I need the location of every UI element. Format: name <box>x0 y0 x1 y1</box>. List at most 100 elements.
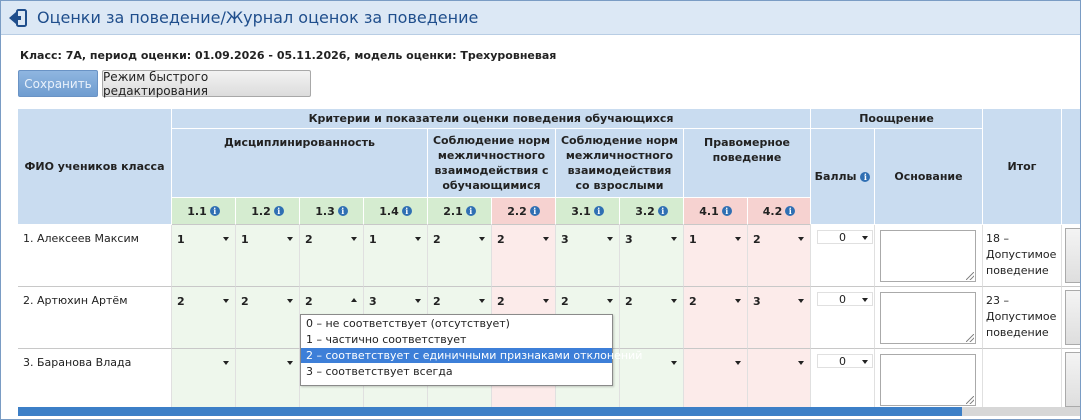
grade-select[interactable]: 2 <box>495 294 549 308</box>
chevron-down-icon <box>415 237 421 241</box>
resize-handle-icon[interactable] <box>966 272 974 280</box>
chevron-down-icon <box>415 299 421 303</box>
total-cell <box>983 349 1062 407</box>
table-row: 2. Артюхин Артём <box>18 287 172 349</box>
info-icon[interactable]: i <box>721 206 732 216</box>
reason-textarea[interactable] <box>880 354 976 406</box>
grade-cell: 1 <box>172 225 236 287</box>
chevron-down-icon <box>798 299 804 303</box>
grade-select[interactable]: 2 <box>431 232 485 246</box>
chevron-down-icon <box>287 237 293 241</box>
chevron-down-icon <box>543 299 549 303</box>
grade-select[interactable] <box>687 356 741 370</box>
chevron-down-icon <box>543 237 549 241</box>
info-icon[interactable]: i <box>860 171 871 182</box>
row-action-button[interactable] <box>1065 228 1080 283</box>
header-reason: Основание <box>875 129 983 225</box>
row-action-button[interactable] <box>1065 352 1080 407</box>
grade-select[interactable]: 1 <box>687 232 741 246</box>
info-icon[interactable]: i <box>657 206 668 216</box>
chevron-down-icon <box>223 361 229 365</box>
dropdown-option[interactable]: 1 – частично соответствует <box>301 332 612 347</box>
grade-select[interactable]: 3 <box>623 232 677 246</box>
header-criteria-group: Критерии и показатели оценки поведения о… <box>172 109 811 129</box>
grade-cell: 2 <box>684 287 748 349</box>
row-action-cell <box>1062 225 1080 287</box>
info-icon[interactable]: i <box>337 206 348 216</box>
indicator-4-2: 4.2 i <box>748 198 811 225</box>
chevron-down-icon <box>862 360 868 364</box>
points-cell: 0 <box>811 225 875 287</box>
indicator-4-1: 4.1 i <box>684 198 748 225</box>
grade-cell: 1 <box>236 225 300 287</box>
grade-select[interactable] <box>751 356 804 370</box>
reason-textarea[interactable] <box>880 292 976 344</box>
grade-cell <box>236 349 300 407</box>
grade-select[interactable]: 1 <box>367 232 421 246</box>
row-action-button[interactable] <box>1065 290 1080 345</box>
grade-select[interactable]: 2 <box>751 232 804 246</box>
grade-select[interactable]: 3 <box>751 294 804 308</box>
grade-select[interactable]: 2 <box>431 294 485 308</box>
grade-cell: 1 <box>364 225 428 287</box>
grade-select[interactable]: 2 <box>175 294 229 308</box>
dropdown-option[interactable]: 0 – не соответствует (отсутствует) <box>301 316 612 331</box>
grade-select[interactable]: 1 <box>175 232 229 246</box>
indicator-3-1: 3.1 i <box>556 198 620 225</box>
dropdown-option-highlighted[interactable]: 2 – соответствует с единичными признакам… <box>301 348 642 363</box>
chevron-down-icon <box>862 236 868 240</box>
grade-cell: 1 <box>684 225 748 287</box>
points-select[interactable]: 0 <box>817 354 873 368</box>
chevron-up-icon <box>351 298 357 302</box>
student-name: 1. Алексеев Максим <box>23 232 139 245</box>
grade-select[interactable]: 2 <box>687 294 741 308</box>
grade-cell: 2 <box>236 287 300 349</box>
reason-textarea[interactable] <box>880 230 976 282</box>
info-icon[interactable]: i <box>785 206 796 216</box>
grade-select[interactable]: 3 <box>559 232 613 246</box>
grade-dropdown-list: 0 – не соответствует (отсутствует) 1 – ч… <box>300 314 642 386</box>
points-cell: 0 <box>811 349 875 407</box>
info-icon[interactable]: i <box>209 206 220 216</box>
grade-select[interactable]: 3 <box>367 294 421 308</box>
resize-handle-icon[interactable] <box>966 334 974 342</box>
points-select[interactable]: 0 <box>817 230 873 244</box>
chevron-down-icon <box>223 299 229 303</box>
indicator-1-2: 1.2 i <box>236 198 300 225</box>
dropdown-option[interactable]: 3 – соответствует всегда <box>301 364 612 379</box>
points-select[interactable]: 0 <box>817 292 873 306</box>
grade-select[interactable] <box>175 356 229 370</box>
indicator-1-1: 1.1 i <box>172 198 236 225</box>
grade-select[interactable]: 2 <box>495 232 549 246</box>
grade-select[interactable]: 2 <box>559 294 613 308</box>
chevron-down-icon <box>479 299 485 303</box>
grade-select[interactable]: 2 <box>623 294 677 308</box>
quick-edit-button[interactable]: Режим быстрого редактирования <box>102 70 311 98</box>
chevron-down-icon <box>671 237 677 241</box>
grade-select[interactable]: 2 <box>303 232 357 246</box>
info-icon[interactable]: i <box>529 206 540 216</box>
back-arrow-icon[interactable] <box>8 9 28 27</box>
grade-select[interactable]: 2 <box>239 294 293 308</box>
header-total: Итог <box>983 109 1062 225</box>
resize-handle-icon[interactable] <box>966 396 974 404</box>
indicator-2-2: 2.2 i <box>492 198 556 225</box>
chevron-down-icon <box>798 237 804 241</box>
total-cell: 18 – Допустимое поведение <box>983 225 1062 287</box>
grade-select[interactable] <box>239 356 293 370</box>
info-icon[interactable]: i <box>465 206 476 216</box>
chevron-down-icon <box>479 237 485 241</box>
info-icon[interactable]: i <box>273 206 284 216</box>
chevron-down-icon <box>287 299 293 303</box>
info-icon[interactable]: i <box>401 206 412 216</box>
total-cell: 23 – Допустимое поведение <box>983 287 1062 349</box>
chevron-down-icon <box>223 237 229 241</box>
grade-cell <box>684 349 748 407</box>
save-button[interactable]: Сохранить <box>18 70 98 97</box>
chevron-down-icon <box>735 361 741 365</box>
grade-select[interactable]: 1 <box>239 232 293 246</box>
scrollbar-thumb[interactable] <box>18 407 962 416</box>
info-icon[interactable]: i <box>593 206 604 216</box>
grade-select-open[interactable]: 2 <box>303 294 357 308</box>
horizontal-scrollbar[interactable] <box>18 407 1080 416</box>
